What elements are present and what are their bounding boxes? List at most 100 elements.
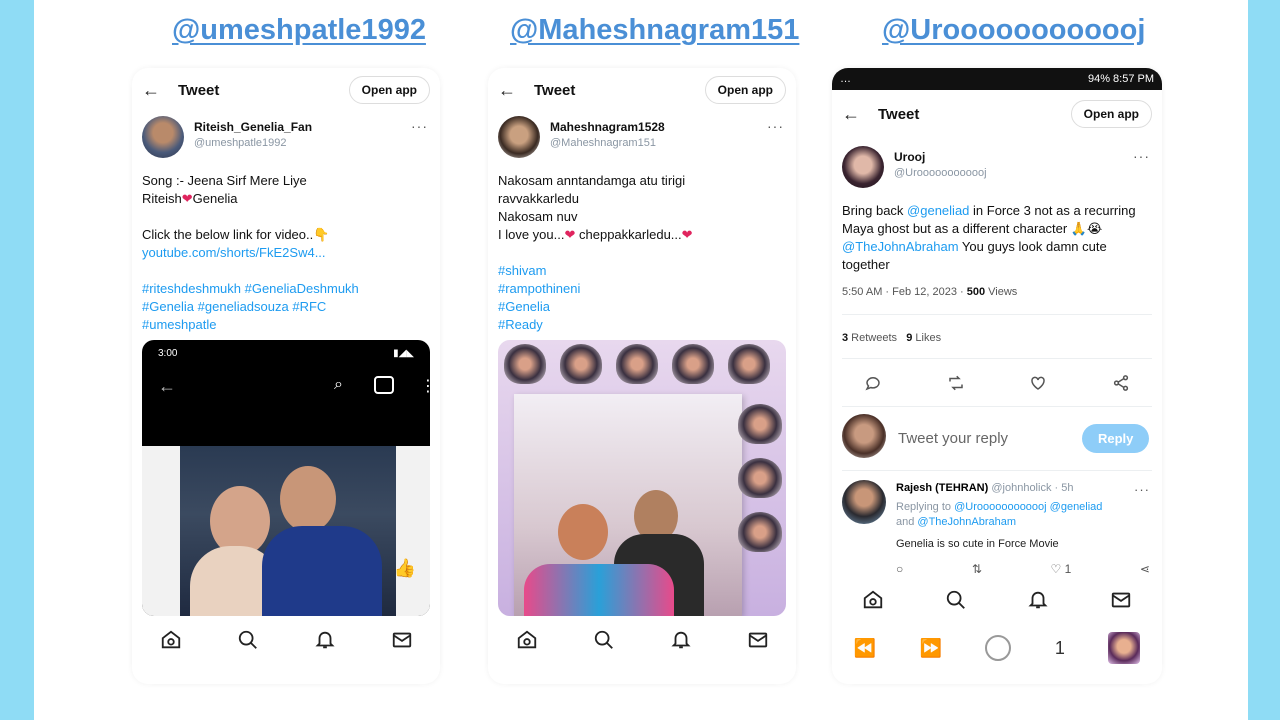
hashtag-line[interactable]: #Genelia #geneliadsouza #RFC bbox=[142, 298, 430, 316]
tweet-text: Riteish bbox=[142, 191, 182, 206]
notifications-bell-icon[interactable] bbox=[313, 628, 337, 652]
mention-link[interactable]: @geneliad bbox=[907, 203, 969, 218]
messages-mail-icon[interactable] bbox=[746, 628, 770, 652]
search-icon[interactable] bbox=[592, 628, 616, 652]
avatar[interactable] bbox=[842, 146, 884, 188]
notifications-bell-icon[interactable] bbox=[669, 628, 693, 652]
avatar[interactable] bbox=[142, 116, 184, 158]
reply-input[interactable]: Tweet your reply bbox=[898, 430, 1008, 447]
replying-to: Replying to @Uroooooooooooj @geneliad and… bbox=[896, 500, 1150, 530]
heart-photo bbox=[560, 344, 602, 384]
tweet-topbar: ← Tweet Open app bbox=[832, 92, 1162, 136]
panel-3-phone: … 94% 8:57 PM ← Tweet Open app Urooj @Ur… bbox=[832, 68, 1162, 684]
share-icon[interactable]: ⋖ bbox=[1140, 562, 1150, 576]
messages-mail-icon[interactable] bbox=[1109, 588, 1133, 612]
search-icon[interactable] bbox=[944, 588, 968, 612]
home-icon[interactable] bbox=[159, 628, 183, 652]
author-name[interactable]: Urooj bbox=[894, 150, 925, 164]
tweet-line: Song :- Jeena Sirf Mere Liye bbox=[142, 173, 307, 188]
browser-profile-avatar[interactable] bbox=[1108, 632, 1141, 664]
home-icon[interactable] bbox=[515, 628, 539, 652]
tweet-text: Click the below link for video.. bbox=[142, 227, 314, 242]
hashtag[interactable]: #Genelia bbox=[498, 298, 786, 316]
panel-2-phone: ← Tweet Open app Maheshnagram1528 @Mahes… bbox=[488, 68, 796, 684]
more-options-icon[interactable]: ··· bbox=[411, 118, 428, 134]
retweets-label[interactable]: Retweets bbox=[848, 332, 897, 344]
reply-author-line: Rajesh (TEHRAN) @johnholick · 5h bbox=[896, 482, 1073, 494]
couple-photo bbox=[180, 446, 396, 616]
messages-mail-icon[interactable] bbox=[390, 628, 414, 652]
heart-photo bbox=[616, 344, 658, 384]
tweet-topbar: ← Tweet Open app bbox=[488, 68, 796, 112]
page-title: Tweet bbox=[534, 81, 576, 99]
hashtag-line[interactable]: #umeshpatle bbox=[142, 316, 430, 334]
author-handle: @Maheshnagram151 bbox=[550, 137, 656, 149]
hashtag[interactable]: #rampothineni bbox=[498, 280, 786, 298]
heart-photo bbox=[738, 512, 782, 552]
reply-author-avatar[interactable] bbox=[842, 480, 886, 524]
back-arrow-icon[interactable]: ← bbox=[842, 104, 878, 125]
heart-photo bbox=[738, 404, 782, 444]
hashtag[interactable]: #Ready bbox=[498, 316, 786, 334]
reply-icon[interactable]: ○ bbox=[896, 562, 903, 576]
video-link[interactable]: youtube.com/shorts/FkE2Sw4... bbox=[142, 244, 430, 262]
hashtag[interactable]: #shivam bbox=[498, 262, 786, 280]
collage-canvas: @umeshpatle1992 ← Tweet Open app Riteish… bbox=[34, 0, 1248, 720]
back-arrow-icon[interactable]: ← bbox=[142, 80, 178, 101]
author-name[interactable]: Riteish_Genelia_Fan bbox=[194, 120, 312, 134]
reply-author-name[interactable]: Rajesh (TEHRAN) bbox=[896, 482, 988, 494]
retweet-icon[interactable] bbox=[947, 374, 965, 397]
like-heart-icon[interactable]: ♡ 1 bbox=[1051, 562, 1072, 576]
reply-more-icon[interactable]: ··· bbox=[1134, 482, 1150, 497]
share-icon[interactable] bbox=[1112, 374, 1130, 397]
person-face bbox=[558, 504, 608, 560]
tweet-line: Nakosam nuv bbox=[498, 209, 578, 224]
media-back-icon: ← bbox=[158, 376, 176, 396]
open-app-button[interactable]: Open app bbox=[1070, 100, 1152, 128]
search-icon[interactable] bbox=[236, 628, 260, 652]
heart-emoji-icon: ❤ bbox=[564, 227, 576, 242]
my-avatar[interactable] bbox=[842, 414, 886, 458]
notifications-bell-icon[interactable] bbox=[1026, 588, 1050, 612]
hashtag-line[interactable]: #riteshdeshmukh #GeneliaDeshmukh bbox=[142, 280, 430, 298]
home-icon[interactable] bbox=[861, 588, 885, 612]
browser-home-icon[interactable] bbox=[985, 635, 1012, 661]
person-outfit bbox=[262, 526, 382, 616]
avatar[interactable] bbox=[498, 116, 540, 158]
tweet-media-screenshot[interactable]: 3:00 ▮◢◣ ← ⌕ ⋮ 👍 bbox=[142, 340, 430, 616]
panel-1-handle-caption[interactable]: @umeshpatle1992 bbox=[172, 14, 426, 47]
browser-tab-count[interactable]: 1 bbox=[1055, 638, 1065, 659]
reply-actions: ○ ⇅ ♡ 1 ⋖ bbox=[896, 562, 1150, 576]
open-app-button[interactable]: Open app bbox=[704, 76, 786, 104]
status-right: 94% 8:57 PM bbox=[1087, 73, 1154, 85]
tweet-media-collage[interactable] bbox=[498, 340, 786, 616]
panel-2-handle-caption[interactable]: @Maheshnagram151 bbox=[510, 14, 799, 47]
media-status-icons: ▮◢◣ bbox=[393, 348, 414, 359]
reply-icon[interactable] bbox=[864, 374, 882, 397]
back-arrow-icon[interactable]: ← bbox=[498, 80, 534, 101]
retweet-icon[interactable]: ⇅ bbox=[972, 562, 982, 576]
tweet-text: I love you... bbox=[498, 227, 565, 242]
tweet-actions bbox=[832, 370, 1162, 400]
more-options-icon[interactable]: ··· bbox=[767, 118, 784, 134]
tweet-body: Nakosam anntandamga atu tirigi ravvakkar… bbox=[498, 172, 786, 334]
reply-author-handle: @johnholick · 5h bbox=[991, 482, 1074, 494]
browser-forward-icon[interactable]: ⏩ bbox=[920, 638, 942, 659]
replying-mention[interactable]: @Uroooooooooooj @geneliad bbox=[954, 501, 1102, 513]
media-photo-area: 👍 bbox=[142, 446, 430, 616]
panel-3-handle-caption[interactable]: @Uroooooooooooj bbox=[882, 14, 1145, 47]
browser-back-icon[interactable]: ⏪ bbox=[854, 638, 876, 659]
open-app-button[interactable]: Open app bbox=[348, 76, 430, 104]
heart-photo bbox=[504, 344, 546, 384]
author-name[interactable]: Maheshnagram1528 bbox=[550, 120, 665, 134]
movie-still-card bbox=[514, 394, 742, 616]
likes-label[interactable]: Likes bbox=[912, 332, 941, 344]
replying-mention[interactable]: @TheJohnAbraham bbox=[917, 516, 1016, 528]
divider bbox=[842, 358, 1152, 359]
reply-button[interactable]: Reply bbox=[1082, 424, 1150, 453]
tweet-meta: 5:50 AM · Feb 12, 2023 · 500 Views bbox=[842, 286, 1017, 298]
like-heart-icon[interactable] bbox=[1029, 374, 1047, 397]
more-options-icon[interactable]: ··· bbox=[1133, 148, 1150, 164]
emoji: 🙏😭 bbox=[1067, 221, 1103, 236]
mention-link[interactable]: @TheJohnAbraham bbox=[842, 239, 959, 254]
